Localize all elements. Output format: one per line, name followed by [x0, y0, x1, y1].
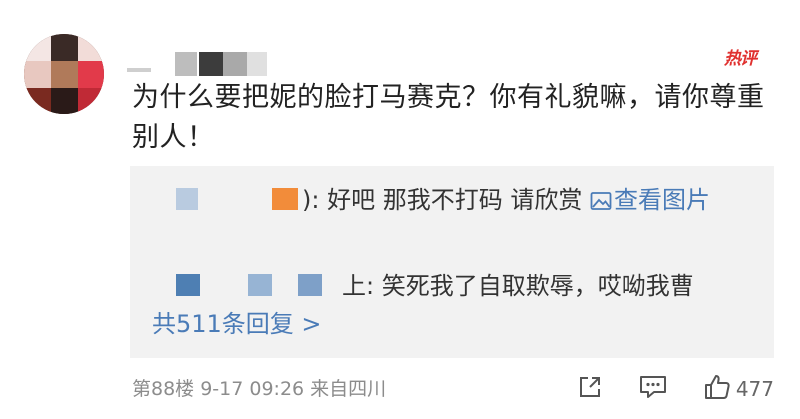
comment-actions: 477 — [542, 372, 774, 406]
view-image-link[interactable]: 查看图片 — [590, 186, 710, 214]
mosaic-block — [127, 68, 151, 72]
avatar-pixel — [24, 61, 51, 88]
avatar-pixel — [78, 61, 104, 88]
share-button[interactable] — [576, 373, 604, 405]
like-count: 477 — [735, 377, 774, 401]
reply-item[interactable]: ): 好吧 那我不打码 请欣赏 查看图片 — [152, 178, 752, 225]
like-icon — [702, 372, 732, 406]
reply-item[interactable]: 上: 笑死我了自取欺辱，哎呦我曹 — [152, 264, 752, 308]
mosaic-block — [223, 52, 247, 76]
mosaic-block — [176, 188, 198, 210]
reply-author-suffix: 上 — [342, 272, 366, 300]
mosaic-block — [199, 52, 223, 76]
comment-meta: 第88楼 9-17 09:26 来自四川 — [132, 378, 387, 400]
avatar-pixel — [51, 34, 78, 61]
reply-box[interactable]: ): 好吧 那我不打码 请欣赏 查看图片 上: 笑死我了自取欺辱，哎呦我曹 共5… — [130, 166, 774, 358]
avatar-pixel — [51, 88, 78, 114]
avatar-pixel — [51, 61, 78, 88]
avatar-pixel — [78, 88, 104, 114]
reply-text: : 笑死我了自取欺辱，哎呦我曹 — [366, 272, 694, 300]
more-replies-link[interactable]: 共511条回复 > — [152, 306, 322, 342]
comment-icon — [638, 373, 668, 405]
like-button[interactable]: 477 — [702, 372, 774, 406]
mosaic-block — [247, 52, 267, 76]
mosaic-block — [272, 188, 298, 210]
username-censored[interactable] — [127, 48, 267, 76]
avatar-pixel — [24, 34, 51, 61]
mosaic-block — [175, 52, 197, 76]
share-icon — [576, 373, 604, 405]
view-image-label: 查看图片 — [613, 186, 710, 214]
mosaic-block — [298, 274, 322, 296]
avatar[interactable] — [24, 34, 104, 114]
reply-text: : 好吧 那我不打码 请欣赏 — [311, 186, 590, 214]
hot-comment-badge: 热评 — [724, 49, 757, 69]
comment-text: 为什么要把妮的脸打马赛克？你有礼貌嘛，请你尊重别人！ — [132, 82, 765, 153]
mosaic-block — [248, 274, 272, 296]
reply-author-suffix: ) — [302, 186, 312, 214]
reply-author-censored[interactable] — [152, 270, 342, 300]
avatar-pixel — [24, 88, 51, 114]
reply-author-censored[interactable] — [152, 184, 302, 214]
comment-button[interactable] — [638, 373, 668, 405]
picture-icon — [590, 181, 612, 225]
mosaic-block — [176, 274, 200, 296]
avatar-pixel — [78, 34, 104, 61]
